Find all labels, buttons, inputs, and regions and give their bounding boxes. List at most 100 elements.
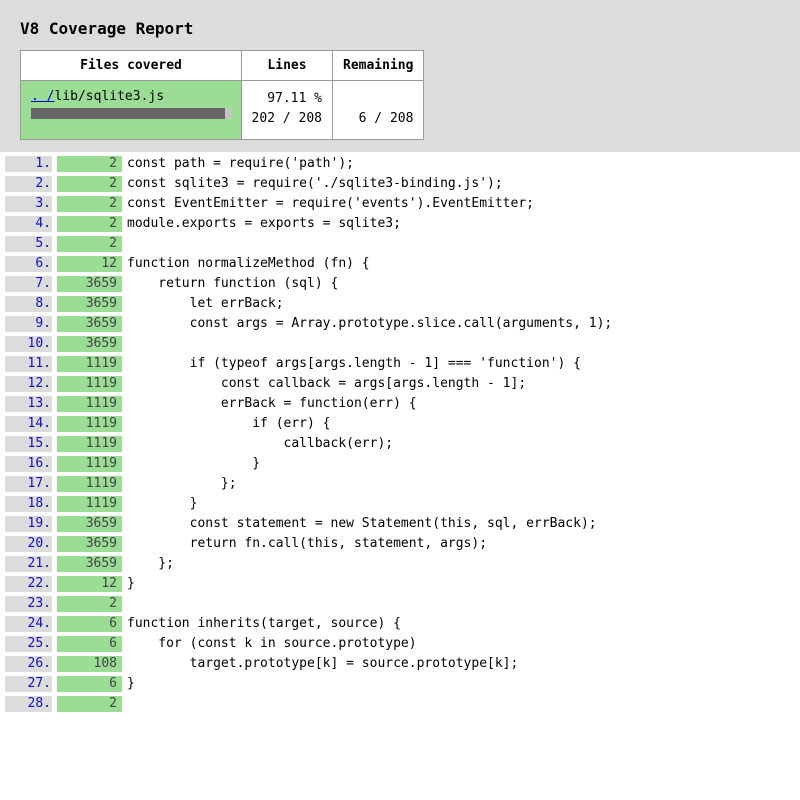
source-text: if (err) { [127, 416, 331, 431]
code-line: 3. 2 const EventEmitter = require('events'… [0, 194, 800, 214]
line-number: 21. [5, 556, 52, 572]
source-text: if (typeof args[args.length - 1] === 'fu… [127, 356, 581, 371]
execution-count: 2 [57, 216, 122, 232]
code-line: 14. 1119 if (err) { [0, 414, 800, 434]
line-number: 23. [5, 596, 52, 612]
execution-count: 3659 [57, 536, 122, 552]
source-text: const args = Array.prototype.slice.call(… [127, 316, 613, 331]
line-number: 13. [5, 396, 52, 412]
code-line: 28. 2 [0, 694, 800, 714]
execution-count: 1119 [57, 436, 122, 452]
line-number: 8. [5, 296, 52, 312]
source-text: const EventEmitter = require('events').E… [127, 196, 534, 211]
coverage-summary-table: Files covered Lines Remaining . /lib/sql… [20, 50, 425, 140]
source-text: const statement = new Statement(this, sq… [127, 516, 597, 531]
line-number: 22. [5, 576, 52, 592]
code-line: 25. 6 for (const k in source.prototype) [0, 634, 800, 654]
line-number: 9. [5, 316, 52, 332]
code-line: 17. 1119 }; [0, 474, 800, 494]
root-dir-link[interactable]: . / [31, 89, 54, 104]
execution-count: 3659 [57, 516, 122, 532]
source-text: } [127, 496, 198, 511]
line-number: 2. [5, 176, 52, 192]
execution-count: 1119 [57, 376, 122, 392]
code-line: 5. 2 [0, 234, 800, 254]
source-code-listing: 1. 2 const path = require('path'); 2. 2 const… [0, 154, 800, 714]
execution-count: 2 [57, 596, 122, 612]
file-cell: . /lib/sqlite3.js [20, 80, 242, 140]
line-number: 12. [5, 376, 52, 392]
source-text: target.prototype[k] = source.prototype[k… [127, 656, 519, 671]
source-text: let errBack; [127, 296, 284, 311]
code-line: 27. 6} [0, 674, 800, 694]
code-line: 21. 3659 }; [0, 554, 800, 574]
remaining-cell: 6 / 208 [331, 80, 425, 140]
line-number: 11. [5, 356, 52, 372]
source-text: const callback = args[args.length - 1]; [127, 376, 527, 391]
code-line: 15. 1119 callback(err); [0, 434, 800, 454]
execution-count: 12 [57, 576, 122, 592]
code-line: 7. 3659 return function (sql) { [0, 274, 800, 294]
source-text: function normalizeMethod (fn) { [127, 256, 370, 271]
code-line: 4. 2 module.exports = exports = sqlite3; [0, 214, 800, 234]
line-number: 14. [5, 416, 52, 432]
execution-count: 2 [57, 696, 122, 712]
source-text: function inherits(target, source) { [127, 616, 401, 631]
lines-cell: 97.11 % 202 / 208 [241, 80, 333, 140]
line-number: 3. [5, 196, 52, 212]
source-text: return fn.call(this, statement, args); [127, 536, 488, 551]
code-line: 11. 1119 if (typeof args[args.length - 1]… [0, 354, 800, 374]
remaining-lines-count: 6 / 208 [358, 111, 414, 126]
code-line: 13. 1119 errBack = function(err) { [0, 394, 800, 414]
coverage-percent: 97.11 % [267, 91, 322, 106]
source-text: }; [127, 556, 174, 571]
execution-count: 1119 [57, 456, 122, 472]
execution-count: 2 [57, 196, 122, 212]
files-covered-header: Files covered [20, 50, 242, 81]
code-line: 19. 3659 const statement = new Statement(… [0, 514, 800, 534]
line-number: 17. [5, 476, 52, 492]
line-number: 18. [5, 496, 52, 512]
execution-count: 2 [57, 156, 122, 172]
coverage-bar-fill [31, 108, 226, 119]
execution-count: 6 [57, 676, 122, 692]
code-line: 1. 2 const path = require('path'); [0, 154, 800, 174]
execution-count: 3659 [57, 316, 122, 332]
source-text: }; [127, 476, 237, 491]
execution-count: 6 [57, 636, 122, 652]
line-number: 27. [5, 676, 52, 692]
execution-count: 3659 [57, 276, 122, 292]
code-line: 22. 12} [0, 574, 800, 594]
code-line: 8. 3659 let errBack; [0, 294, 800, 314]
execution-count: 3659 [57, 556, 122, 572]
source-text: const sqlite3 = require('./sqlite3-bindi… [127, 176, 503, 191]
execution-count: 12 [57, 256, 122, 272]
execution-count: 3659 [57, 296, 122, 312]
line-number: 7. [5, 276, 52, 292]
line-number: 6. [5, 256, 52, 272]
source-text: errBack = function(err) { [127, 396, 417, 411]
execution-count: 2 [57, 236, 122, 252]
source-text: callback(err); [127, 436, 394, 451]
code-line: 2. 2 const sqlite3 = require('./sqlite3-bi… [0, 174, 800, 194]
source-text: const path = require('path'); [127, 156, 354, 171]
execution-count: 3659 [57, 336, 122, 352]
code-line: 18. 1119 } [0, 494, 800, 514]
file-path: . /lib/sqlite3.js [31, 89, 231, 104]
code-line: 16. 1119 } [0, 454, 800, 474]
code-line: 10. 3659 [0, 334, 800, 354]
source-text: return function (sql) { [127, 276, 339, 291]
execution-count: 1119 [57, 476, 122, 492]
code-line: 6. 12 function normalizeMethod (fn) { [0, 254, 800, 274]
code-line: 23. 2 [0, 594, 800, 614]
execution-count: 2 [57, 176, 122, 192]
source-text: module.exports = exports = sqlite3; [127, 216, 401, 231]
code-line: 12. 1119 const callback = args[args.lengt… [0, 374, 800, 394]
execution-count: 1119 [57, 396, 122, 412]
line-number: 25. [5, 636, 52, 652]
summary-header-row: Files covered Lines Remaining [20, 50, 425, 81]
execution-count: 108 [57, 656, 122, 672]
execution-count: 6 [57, 616, 122, 632]
line-number: 1. [5, 156, 52, 172]
summary-file-row: . /lib/sqlite3.js 97.11 % 202 / 208 6 / … [20, 80, 425, 140]
